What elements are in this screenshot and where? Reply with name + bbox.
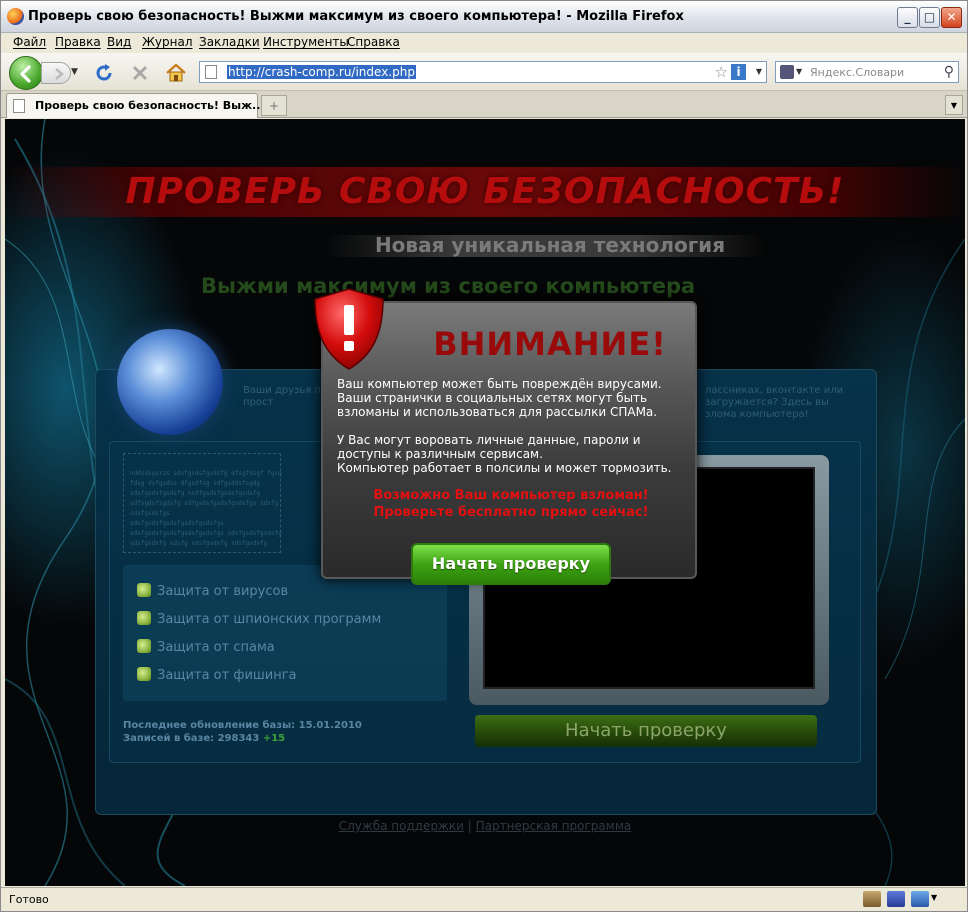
page-subheadline: Новая уникальная технология bbox=[374, 233, 726, 257]
menu-edit[interactable]: Правка bbox=[55, 35, 101, 49]
firefox-logo-icon bbox=[7, 8, 24, 25]
database-info: Последнее обновление базы: 15.01.2010 За… bbox=[123, 719, 362, 745]
menu-view[interactable]: Вид bbox=[107, 35, 131, 49]
search-input[interactable]: Яндекс.Словари bbox=[810, 66, 904, 79]
minimize-button[interactable]: _ bbox=[897, 7, 918, 28]
new-tab-button[interactable]: + bbox=[261, 95, 287, 116]
forward-button[interactable] bbox=[41, 62, 71, 84]
navigation-toolbar: ▼ http://crash-comp.ru/index.php ☆ i ▼ ▼… bbox=[1, 53, 967, 91]
page-icon bbox=[205, 65, 217, 79]
browser-window: Проверь свою безопасность! Выжми максиму… bbox=[0, 0, 968, 912]
modal-warning-line: Возможно Ваш компьютер взломан! bbox=[373, 488, 649, 503]
warning-shield-icon bbox=[314, 288, 384, 370]
footer-separator: | bbox=[467, 819, 472, 833]
support-link[interactable]: Служба поддержки bbox=[339, 819, 464, 833]
search-bar[interactable]: ▼ Яндекс.Словари ⚲ bbox=[775, 61, 959, 83]
menu-bar: Файл Правка Вид Журнал Закладки Инструме… bbox=[1, 33, 967, 53]
modal-text-line: взломаны и использоваться для рассылки С… bbox=[337, 405, 658, 419]
back-arrow-icon bbox=[20, 65, 31, 83]
modal-warning: Возможно Ваш компьютер взломан! Проверьт… bbox=[323, 487, 699, 521]
menu-help[interactable]: Справка bbox=[347, 35, 400, 49]
reload-icon[interactable] bbox=[93, 62, 115, 84]
feature-label: Защита от фишинга bbox=[157, 668, 297, 683]
site-info-icon[interactable]: i bbox=[731, 64, 746, 80]
start-scan-label: Начать проверку bbox=[565, 720, 727, 741]
menu-file[interactable]: Файл bbox=[13, 35, 46, 49]
modal-text-line: Компьютер работает в полсилы и может тор… bbox=[337, 461, 672, 475]
start-scan-button[interactable]: Начать проверку bbox=[411, 543, 611, 585]
feature-item: Защита от вирусов bbox=[137, 583, 288, 599]
maximize-button[interactable]: □ bbox=[919, 7, 940, 28]
shield-check-icon bbox=[137, 611, 151, 625]
shield-check-icon bbox=[137, 667, 151, 681]
stop-icon[interactable] bbox=[129, 62, 151, 84]
update-line: Последнее обновление базы: 15.01.2010 bbox=[123, 720, 362, 731]
feature-item: Защита от шпионских программ bbox=[137, 611, 381, 627]
records-delta: +15 bbox=[262, 733, 286, 744]
bookmark-star-icon[interactable]: ☆ bbox=[715, 63, 728, 81]
modal-warning-line: Проверьте бесплатно прямо сейчас! bbox=[373, 505, 649, 520]
shield-check-icon bbox=[137, 583, 151, 597]
web-page: ПРОВЕРЬ СВОЮ БЕЗОПАСНОСТЬ! Новая уникаль… bbox=[5, 119, 965, 886]
headline-band: ПРОВЕРЬ СВОЮ БЕЗОПАСНОСТЬ! bbox=[5, 167, 965, 217]
back-button[interactable] bbox=[9, 56, 43, 90]
footer-links: Служба поддержки | Партнерская программа bbox=[5, 819, 965, 833]
records-label: Записей в базе: 298343 bbox=[123, 733, 260, 744]
video-download-icon[interactable] bbox=[887, 891, 905, 907]
modal-text-line: доступы к различным сервисам. bbox=[337, 447, 543, 461]
title-bar: Проверь свою безопасность! Выжми максиму… bbox=[1, 1, 967, 33]
modal-text-spacer bbox=[337, 419, 691, 433]
feature-label: Защита от шпионских программ bbox=[157, 612, 382, 627]
window-title: Проверь свою безопасность! Выжми максиму… bbox=[28, 9, 684, 24]
partner-link[interactable]: Партнерская программа bbox=[476, 819, 632, 833]
history-dropdown-icon[interactable]: ▼ bbox=[71, 67, 78, 77]
address-input[interactable]: http://crash-comp.ru/index.php bbox=[227, 65, 416, 79]
feature-item: Защита от фишинга bbox=[137, 667, 297, 683]
globe-icon bbox=[117, 329, 223, 435]
status-bar: Готово ▼ bbox=[1, 887, 967, 911]
modal-title: ВНИМАНИЕ! bbox=[433, 325, 667, 363]
search-engine-icon[interactable] bbox=[780, 65, 794, 79]
modal-text: Ваш компьютер может быть повреждён вирус… bbox=[337, 377, 691, 475]
address-bar[interactable]: http://crash-comp.ru/index.php ☆ i ▼ bbox=[199, 61, 767, 83]
start-scan-button-label: Начать проверку bbox=[431, 554, 591, 573]
page-tagline: Выжми максимум из своего компьютера bbox=[201, 274, 696, 298]
tab-active[interactable]: Проверь свою безопасность! Выж... bbox=[6, 93, 265, 118]
start-scan-button-bg[interactable]: Начать проверку bbox=[475, 715, 817, 747]
address-dropdown-icon[interactable]: ▼ bbox=[756, 67, 762, 76]
close-button[interactable]: ✕ bbox=[941, 7, 962, 28]
modal-text-line: Ваш компьютер может быть повреждён вирус… bbox=[337, 377, 662, 391]
home-icon[interactable] bbox=[165, 62, 187, 84]
modal-text-line: Ваши странички в социальных сетях могут … bbox=[337, 391, 648, 405]
page-headline: ПРОВЕРЬ СВОЮ БЕЗОПАСНОСТЬ! bbox=[125, 171, 845, 212]
addon-dropdown-icon[interactable]: ▼ bbox=[931, 893, 937, 902]
forward-arrow-icon bbox=[55, 68, 64, 80]
description-right: лассниках, вконтакте или загружается? Зд… bbox=[705, 385, 844, 420]
code-decoration: nddsdsgsrzs sdsfgsdsfgsdsfg dfsgfdsgf fg… bbox=[123, 453, 282, 553]
menu-tools[interactable]: Инструменты bbox=[263, 35, 349, 49]
search-engine-dropdown-icon[interactable]: ▼ bbox=[796, 67, 802, 76]
page-icon bbox=[13, 99, 25, 113]
feature-label: Защита от вирусов bbox=[157, 584, 289, 599]
feature-item: Защита от спама bbox=[137, 639, 275, 655]
modal-text-line: У Вас могут воровать личные данные, паро… bbox=[337, 433, 641, 447]
tab-bar: Проверь свою безопасность! Выж... + ▼ bbox=[1, 91, 967, 118]
feature-label: Защита от спама bbox=[157, 640, 275, 655]
features-box: Защита от вирусов Защита от шпионских пр… bbox=[123, 565, 447, 701]
menu-bookmarks[interactable]: Закладки bbox=[199, 35, 260, 49]
status-text: Готово bbox=[9, 893, 49, 906]
tab-label: Проверь свою безопасность! Выж... bbox=[35, 99, 265, 112]
shield-check-icon bbox=[137, 639, 151, 653]
list-tabs-button[interactable]: ▼ bbox=[945, 95, 963, 115]
film-icon[interactable] bbox=[863, 891, 881, 907]
addon-icon[interactable] bbox=[911, 891, 929, 907]
menu-history[interactable]: Журнал bbox=[142, 35, 193, 49]
search-icon[interactable]: ⚲ bbox=[944, 64, 954, 80]
